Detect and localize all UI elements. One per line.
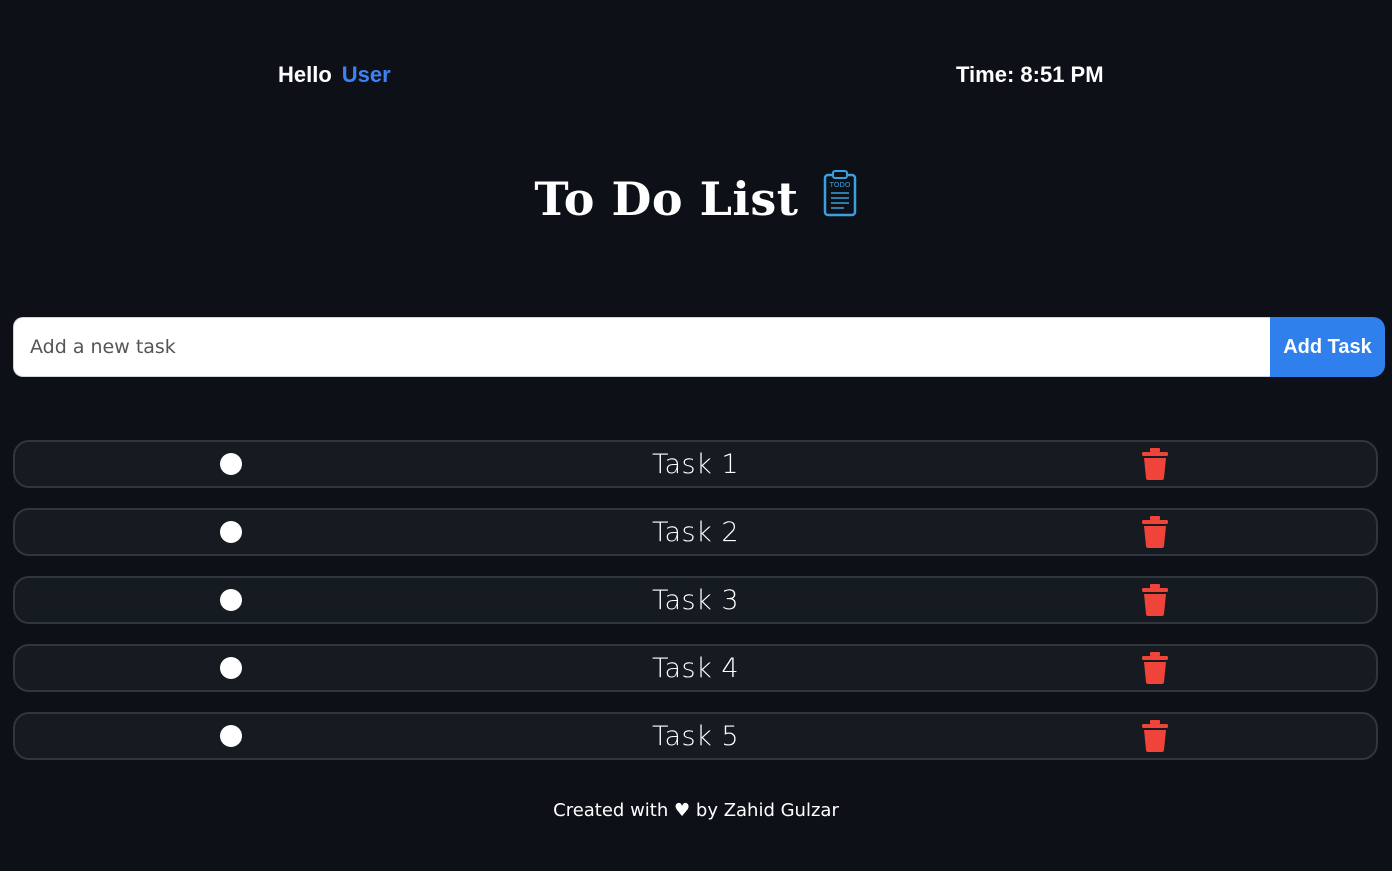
task-item: Task 1 bbox=[13, 440, 1378, 488]
title-section: To Do List TODO bbox=[0, 169, 1392, 242]
user-name: User bbox=[341, 62, 391, 87]
footer-author: by Zahid Gulzar bbox=[695, 800, 839, 821]
delete-task-button[interactable] bbox=[1141, 584, 1169, 616]
clock: Time: 8:51 PM bbox=[956, 62, 1104, 88]
add-task-form: Add Task bbox=[13, 317, 1385, 377]
task-label: Task 2 bbox=[651, 517, 740, 548]
trash-icon bbox=[1142, 584, 1168, 616]
task-label: Task 4 bbox=[651, 653, 740, 684]
heart-icon: ♥ bbox=[674, 800, 691, 821]
delete-task-button[interactable] bbox=[1141, 448, 1169, 480]
delete-task-button[interactable] bbox=[1141, 516, 1169, 548]
task-item: Task 5 bbox=[13, 712, 1378, 760]
greeting: Hello User bbox=[278, 62, 391, 88]
trash-icon bbox=[1142, 720, 1168, 752]
footer-prefix: Created with bbox=[553, 800, 669, 821]
task-label: Task 3 bbox=[651, 585, 740, 616]
greeting-text: Hello bbox=[278, 62, 332, 87]
time-label: Time: bbox=[956, 62, 1015, 87]
footer: Created with ♥ by Zahid Gulzar bbox=[0, 800, 1392, 821]
header: Hello User Time: 8:51 PM bbox=[0, 62, 1392, 94]
task-label: Task 5 bbox=[651, 721, 740, 752]
task-list: Task 1 Task 2 Task 3 Task 4 Task 5 bbox=[13, 440, 1378, 780]
new-task-input[interactable] bbox=[13, 317, 1270, 377]
trash-icon bbox=[1142, 516, 1168, 548]
page-title: To Do List bbox=[534, 172, 799, 226]
clipboard-icon-text: TODO bbox=[828, 181, 850, 189]
trash-icon bbox=[1142, 652, 1168, 684]
time-value: 8:51 PM bbox=[1020, 62, 1104, 87]
task-item: Task 3 bbox=[13, 576, 1378, 624]
delete-task-button[interactable] bbox=[1141, 652, 1169, 684]
trash-icon bbox=[1142, 448, 1168, 480]
add-task-button[interactable]: Add Task bbox=[1270, 317, 1385, 377]
task-label: Task 1 bbox=[651, 449, 740, 480]
delete-task-button[interactable] bbox=[1141, 720, 1169, 752]
clipboard-todo-icon: TODO bbox=[822, 169, 858, 217]
task-item: Task 2 bbox=[13, 508, 1378, 556]
task-item: Task 4 bbox=[13, 644, 1378, 692]
